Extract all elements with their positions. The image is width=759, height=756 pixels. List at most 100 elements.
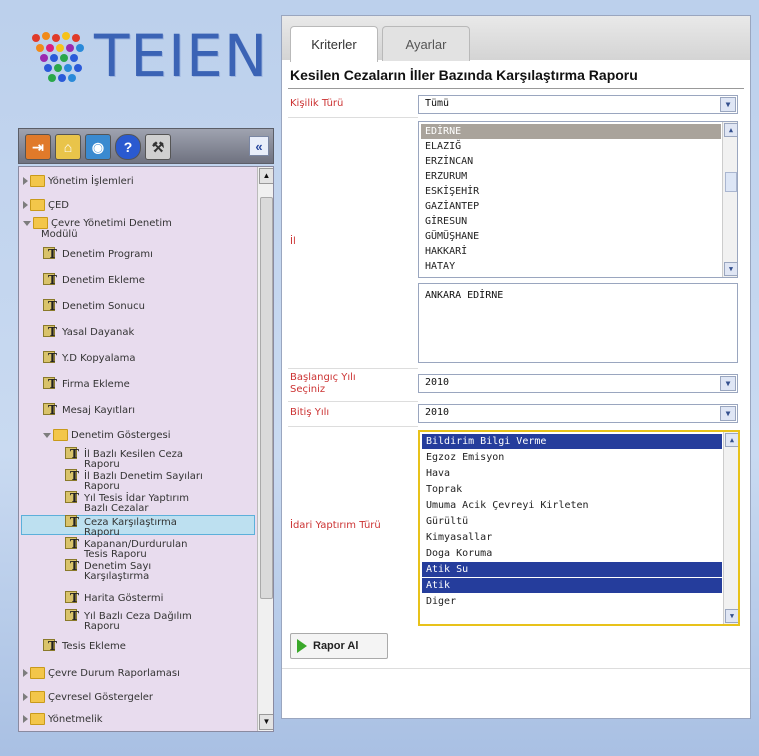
baslangic-yili-value: 2010 [425,377,450,388]
scroll-up-icon[interactable]: ▲ [259,168,273,184]
tree-item-ced[interactable]: ÇED [23,199,69,211]
tree-item-denetim-sayi[interactable]: Denetim SayıKarşılaştırma [65,559,151,582]
chevron-down-icon[interactable]: ▼ [720,406,736,421]
il-scrollbar[interactable]: ▲ ▼ [722,122,737,277]
collapse-arrow-icon[interactable] [43,432,51,438]
il-option[interactable]: HATAY [421,259,721,274]
tab-ayarlar[interactable]: Ayarlar [382,26,470,61]
idari-option[interactable]: Egzoz Emisyon [422,450,722,465]
folder-icon [30,691,45,703]
idari-scrollbar[interactable]: ▲ ▼ [723,432,738,624]
tree-item-denetim-ekleme[interactable]: Denetim Ekleme [43,273,145,287]
title-divider [288,88,744,89]
scroll-down-icon[interactable]: ▼ [259,714,273,730]
il-option[interactable]: ERZİNCAN [421,154,721,169]
kisilik-turu-value: Tümü [425,98,450,109]
il-selected-text: ANKARA EDİRNE [425,290,504,301]
scroll-thumb[interactable] [725,172,737,192]
tab-bar: Kriterler Ayarlar [282,16,750,62]
tree-item-yonetim-islemleri[interactable]: Yönetim İşlemleri [23,175,134,187]
idari-option[interactable]: Diger [422,594,722,609]
tree-scrollbar[interactable]: ▲ ▼ [257,167,273,731]
scroll-down-icon[interactable]: ▼ [725,609,738,623]
tree-item-harita-gostermi[interactable]: Harita Göstermi [65,591,163,605]
folder-icon [30,667,45,679]
il-option[interactable]: EDİRNE [421,124,721,139]
idari-option[interactable]: Toprak [422,482,722,497]
page-icon [43,247,59,261]
tree-item-yil-tesis[interactable]: Yıl Tesis İdar YaptırımBazlı Cezalar [65,491,189,514]
tree-item-yd-kopyalama[interactable]: Y.D Kopyalama [43,351,136,365]
idari-option[interactable]: Hava [422,466,722,481]
scroll-down-icon[interactable]: ▼ [724,262,737,276]
tree-item-cevre-yonetimi[interactable]: Çevre Yönetimi Denetim Modülü [23,217,172,240]
tree-item-il-bazli-denetim[interactable]: İl Bazlı Denetim SayılarıRaporu [65,469,203,492]
tab-kriterler[interactable]: Kriterler [290,26,378,62]
il-option[interactable]: ELAZIĞ [421,139,721,154]
tree-item-denetim-programi[interactable]: Denetim Programı [43,247,153,261]
idari-option[interactable]: Bildirim Bilgi Verme [422,434,722,449]
expand-arrow-icon[interactable] [23,177,28,185]
help-icon[interactable]: ? [115,134,141,160]
idari-yaptirim-listbox[interactable]: Bildirim Bilgi Verme Egzoz Emisyon Hava … [418,430,740,626]
collapse-arrow-icon[interactable] [23,220,31,226]
idari-option[interactable]: Doga Koruma [422,546,722,561]
folder-open-icon [53,429,68,441]
tools-icon[interactable]: ⚒ [145,134,171,160]
tree-item-il-bazli-ceza[interactable]: İl Bazlı Kesilen CezaRaporu [65,447,183,470]
expand-arrow-icon[interactable] [23,715,28,723]
tree-item-kapanan-durdurulan[interactable]: Kapanan/DurdurulanTesis Raporu [65,537,188,560]
exit-icon[interactable]: ⇥ [25,134,51,160]
tree-item-mesaj-kayitlari[interactable]: Mesaj Kayıtları [43,403,135,417]
folder-open-icon [33,217,48,229]
expand-arrow-icon[interactable] [23,669,28,677]
page-icon [43,351,59,365]
folder-icon [30,175,45,187]
baslangic-yili-select[interactable]: 2010 ▼ [418,374,738,393]
il-option[interactable]: GAZİANTEP [421,199,721,214]
idari-option[interactable]: Gürültü [422,514,722,529]
page-icon [43,377,59,391]
scroll-thumb[interactable] [260,197,273,599]
tree-item-cevresel-gostergeler[interactable]: Çevresel Göstergeler [23,691,153,703]
bitis-yili-select[interactable]: 2010 ▼ [418,404,738,423]
page-icon [65,447,81,461]
report-panel: Kriterler Ayarlar Kesilen Cezaların İlle… [281,15,751,719]
collapse-button[interactable]: « [249,136,269,156]
idari-option[interactable]: Atik Su [422,562,722,577]
idari-option[interactable]: Atik [422,578,722,593]
idari-option[interactable]: Umuma Acik Çevreyi Kirleten [422,498,722,513]
idari-option[interactable]: Kimyasallar [422,530,722,545]
il-listbox[interactable]: EDİRNE ELAZIĞ ERZİNCAN ERZURUM ESKİŞEHİR… [418,121,738,278]
expand-arrow-icon[interactable] [23,201,28,209]
scroll-up-icon[interactable]: ▲ [724,123,737,137]
il-label: İl [290,236,296,247]
tree-item-denetim-gostergesi[interactable]: Denetim Göstergesi [43,429,171,441]
il-option[interactable]: ERZURUM [421,169,721,184]
tree-item-cevre-durum[interactable]: Çevre Durum Raporlaması [23,667,180,679]
kisilik-turu-select[interactable]: Tümü ▼ [418,95,738,114]
page-icon [65,609,81,623]
scroll-up-icon[interactable]: ▲ [725,433,738,447]
expand-arrow-icon[interactable] [23,693,28,701]
tree-item-yonetmelik[interactable]: Yönetmelik [23,713,103,725]
tree-item-yasal-dayanak[interactable]: Yasal Dayanak [43,325,134,339]
tree-item-ceza-karsilastirma[interactable]: Ceza KarşılaştırmaRaporu [65,515,177,538]
rapor-al-button[interactable]: Rapor Al [290,633,388,659]
il-option[interactable]: GÜMÜŞHANE [421,229,721,244]
chevron-down-icon[interactable]: ▼ [720,97,736,112]
arrow-right-icon [297,639,307,653]
page-icon [43,273,59,287]
il-option[interactable]: HAKKARİ [421,244,721,259]
chevron-down-icon[interactable]: ▼ [720,376,736,391]
tree-item-denetim-sonucu[interactable]: Denetim Sonucu [43,299,145,313]
toolbar: ⇥ ⌂ ◉ ? ⚒ « [18,128,274,164]
tree-item-tesis-ekleme[interactable]: Tesis Ekleme [43,639,126,653]
il-selected-textarea[interactable]: ANKARA EDİRNE [418,283,738,363]
tree-item-firma-ekleme[interactable]: Firma Ekleme [43,377,130,391]
il-option[interactable]: ESKİŞEHİR [421,184,721,199]
il-option[interactable]: GİRESUN [421,214,721,229]
globe-icon[interactable]: ◉ [85,134,111,160]
tree-item-yil-bazli-ceza[interactable]: Yıl Bazlı Ceza DağılımRaporu [65,609,192,632]
home-icon[interactable]: ⌂ [55,134,81,160]
